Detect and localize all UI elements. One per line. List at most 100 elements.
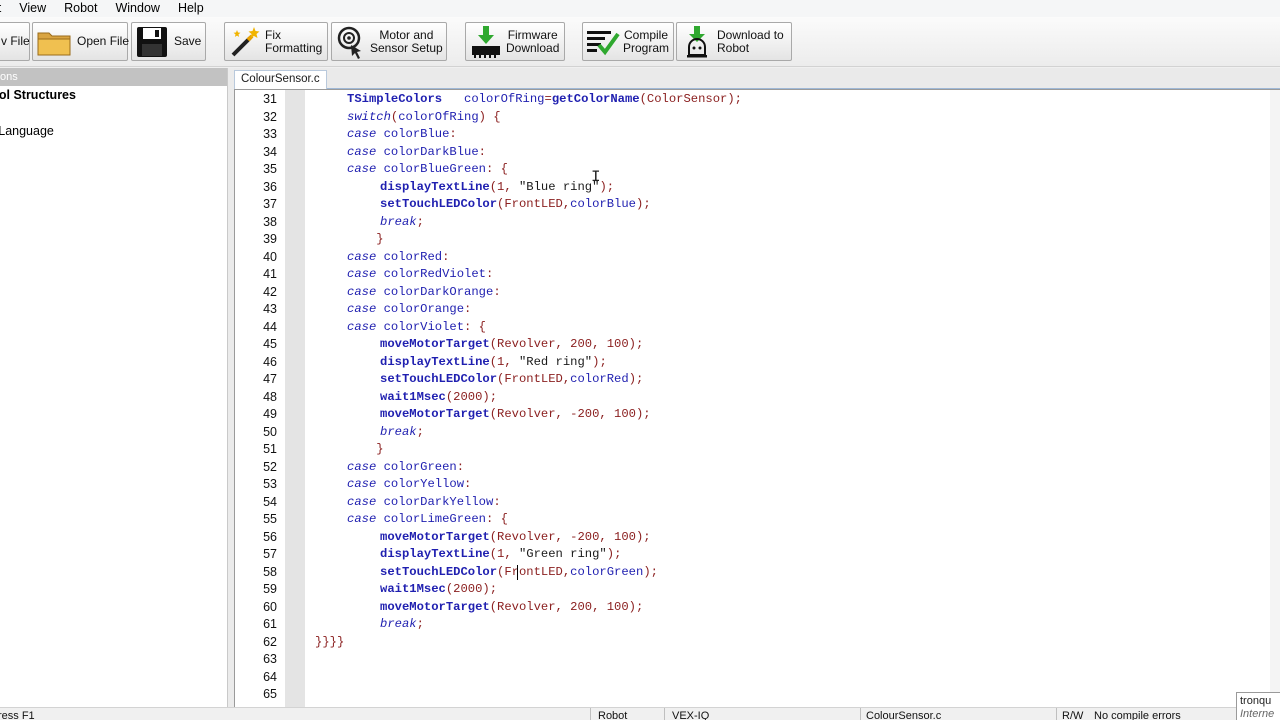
- new-file-label: v File: [1, 34, 30, 48]
- status-divider: [590, 708, 591, 720]
- code-token: moveMotorTarget: [380, 529, 490, 544]
- vertical-scrollbar[interactable]: [1270, 90, 1280, 707]
- compile-program-button[interactable]: Compile Program: [582, 22, 674, 61]
- compile-line1: Compile: [624, 27, 669, 42]
- line-number: 54: [263, 494, 277, 509]
- code-editor[interactable]: 31 32 33 34 35 36 37 38 39 40 41 42 43 44 45 46 47 48 49 50…: [234, 89, 1280, 707]
- code-token: }: [347, 232, 384, 246]
- code-token: ;: [416, 214, 424, 229]
- sidebar-item-blank-2[interactable]: [0, 158, 227, 176]
- sidebar-item-blank-1[interactable]: [0, 104, 227, 122]
- sidebar-item-control-structures[interactable]: rol Structures: [0, 86, 227, 104]
- code-line: case colorOrange:: [347, 301, 471, 319]
- code-token: case: [347, 494, 377, 509]
- code-token: "Blue ring": [518, 179, 600, 194]
- code-line: wait1Msec(2000);: [380, 389, 497, 407]
- motor-sensor-label: Motor and Sensor Setup: [370, 28, 443, 55]
- line-number: 41: [263, 267, 277, 281]
- save-button[interactable]: Save: [131, 22, 206, 61]
- menu-view[interactable]: View: [10, 0, 55, 17]
- status-divider: [860, 708, 861, 720]
- download-to-robot-button[interactable]: Download to Robot: [676, 22, 792, 61]
- code-token: "Red ring": [518, 354, 593, 369]
- code-token: break: [380, 424, 417, 439]
- magic-wand-icon: [225, 24, 265, 60]
- toolbar: v File Open File Save Fix Formatting Mot…: [0, 17, 1280, 67]
- tooltip-line2: Interne: [1240, 708, 1275, 720]
- code-token: }: [347, 442, 384, 456]
- compile-line2: Program: [623, 40, 670, 55]
- code-token: (Revolver, -200, 100);: [489, 407, 651, 421]
- firmware-line2: Download: [506, 40, 560, 55]
- firmware-chip-icon: [466, 24, 506, 60]
- code-token: displayTextLine: [380, 179, 490, 194]
- code-token: getColorName: [551, 92, 640, 106]
- code-token: :: [486, 267, 494, 281]
- code-line: displayTextLine(1, "Green ring");: [380, 546, 621, 564]
- sidebar-item-language[interactable]: l Language: [0, 122, 227, 140]
- motor-sensor-setup-button[interactable]: Motor and Sensor Setup: [331, 22, 447, 61]
- code-line: case colorRed:: [347, 249, 449, 267]
- tab-coloursensor[interactable]: ColourSensor.c: [234, 70, 327, 89]
- line-number: 33: [263, 127, 277, 141]
- new-file-button[interactable]: v File: [0, 22, 30, 61]
- code-line: case colorDarkBlue:: [347, 144, 486, 162]
- robotc-ide-window: it View Robot Window Help v File Open Fi…: [0, 0, 1280, 720]
- line-number: 62: [263, 634, 277, 649]
- floppy-disk-icon: [132, 24, 172, 60]
- code-token: moveMotorTarget: [380, 599, 490, 614]
- line-number: 64: [263, 669, 277, 684]
- download-robot-line2: Robot: [717, 40, 750, 55]
- firmware-download-button[interactable]: Firmware Download: [465, 22, 565, 61]
- code-line: case colorViolet: {: [347, 319, 486, 337]
- code-text-area[interactable]: TSimpleColors colorOfRing=getColorName(C…: [305, 90, 1280, 707]
- code-token: (Revolver, 200, 100);: [489, 599, 644, 614]
- code-token: );: [636, 197, 651, 211]
- open-file-button[interactable]: Open File: [32, 22, 129, 61]
- status-mode: R/W: [1062, 710, 1084, 720]
- code-line: break;: [380, 616, 424, 634]
- code-token: setTouchLEDColor: [380, 564, 498, 579]
- code-token: case: [347, 249, 377, 264]
- line-number: 32: [263, 109, 277, 124]
- code-token: (1,: [489, 179, 519, 194]
- menu-robot[interactable]: Robot: [55, 0, 106, 17]
- line-number-gutter: 31 32 33 34 35 36 37 38 39 40 41 42 43 44 45 46 47 48 49 50…: [235, 90, 285, 707]
- menu-edit[interactable]: it: [0, 0, 10, 17]
- functions-panel-header: ons: [0, 68, 227, 86]
- code-line: case colorRedViolet:: [347, 266, 493, 284]
- code-token: displayTextLine: [380, 354, 490, 369]
- line-number: 44: [263, 319, 277, 334]
- code-line: moveMotorTarget(Revolver, -200, 100);: [380, 406, 651, 424]
- line-number: 52: [263, 459, 277, 474]
- code-token: case: [347, 512, 377, 526]
- menu-help[interactable]: Help: [169, 0, 213, 17]
- line-number: 47: [263, 372, 277, 386]
- code-line: case colorBlueGreen: {: [347, 161, 508, 179]
- sidebar-item-s[interactable]: s: [0, 140, 227, 158]
- motor-sensor-line2: Sensor Setup: [370, 40, 443, 55]
- line-number: 48: [263, 389, 277, 404]
- fix-formatting-button[interactable]: Fix Formatting: [224, 22, 328, 61]
- code-line: setTouchLEDColor(FrontLED,colorGreen);: [380, 564, 658, 582]
- line-number: 35: [263, 162, 277, 176]
- code-token: );: [606, 547, 622, 561]
- code-token: ) {: [478, 109, 501, 124]
- code-token: (FrontLED,: [497, 372, 571, 386]
- line-number: 34: [263, 144, 277, 159]
- code-token: setTouchLEDColor: [380, 372, 498, 386]
- code-token: "Green ring": [518, 547, 607, 561]
- code-token: colorDarkOrange: [383, 284, 494, 299]
- breakpoint-margin[interactable]: [285, 90, 305, 707]
- code-token: colorOrange: [383, 302, 465, 316]
- code-token: :: [456, 459, 465, 474]
- code-line: moveMotorTarget(Revolver, 200, 100);: [380, 336, 643, 354]
- code-token: (ColorSensor);: [639, 92, 742, 106]
- code-token: :: [478, 144, 486, 159]
- code-token: colorDarkYellow: [383, 494, 494, 509]
- menu-window[interactable]: Window: [106, 0, 168, 17]
